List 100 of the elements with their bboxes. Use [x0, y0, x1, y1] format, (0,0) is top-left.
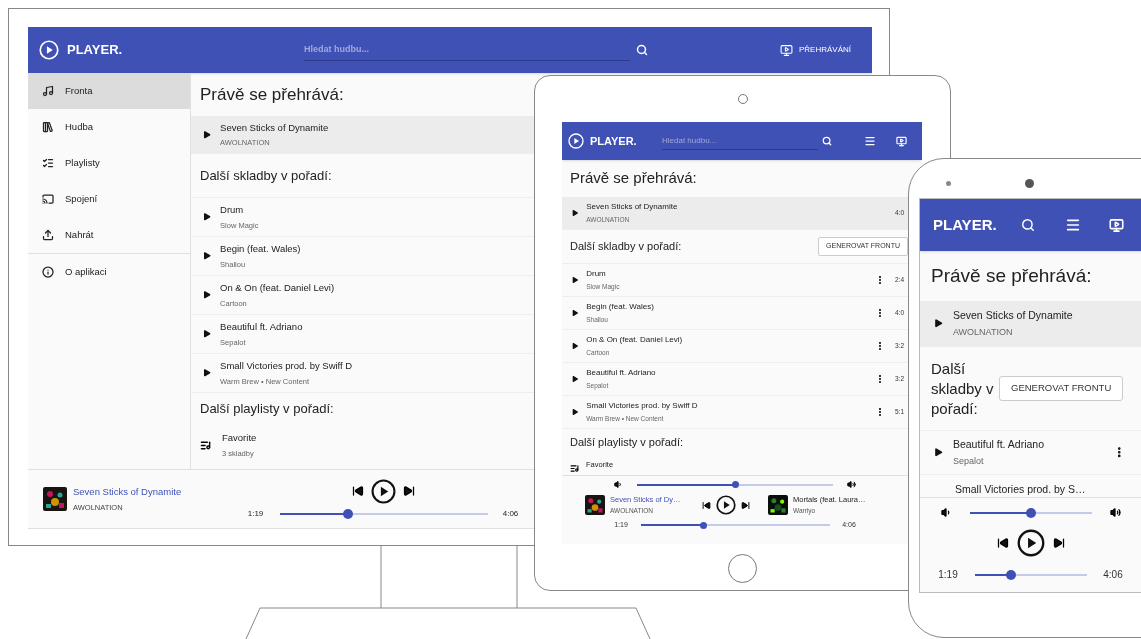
section-heading: Další playlisty v pořadí:	[199, 400, 335, 419]
track-title: On & On (feat. Daniel Levi)	[220, 281, 335, 296]
play-icon[interactable]	[933, 318, 944, 329]
play-icon[interactable]	[1016, 529, 1045, 557]
section-heading: Právě se přehrává:	[930, 263, 1093, 288]
sidebar-item[interactable]: O aplikaci	[28, 254, 190, 290]
play-icon[interactable]	[202, 129, 212, 140]
total-time: 4:06	[1103, 568, 1123, 582]
slider-thumb[interactable]	[343, 508, 354, 519]
play-circle-logo-icon[interactable]	[568, 133, 584, 149]
track-artist: AWOLNATION	[952, 325, 1013, 339]
upload-icon	[42, 229, 54, 241]
search-icon[interactable]	[822, 136, 832, 146]
total-time: 4:06	[502, 507, 519, 520]
next-icon[interactable]	[402, 485, 415, 497]
previous-icon[interactable]	[996, 537, 1009, 549]
volume-low-icon[interactable]	[614, 480, 623, 489]
play-icon[interactable]	[571, 408, 579, 416]
track-title[interactable]: Seven Sticks of Dynamite	[73, 485, 238, 500]
section-heading: Právě se přehrává:	[199, 83, 345, 106]
sidebar-item[interactable]: Spojení	[28, 181, 190, 217]
slider-thumb[interactable]	[1006, 569, 1017, 580]
section-heading: Další playlisty v pořadí:	[569, 435, 685, 451]
track-title: On & On (feat. Daniel Levi)	[586, 334, 683, 347]
slider-thumb[interactable]	[700, 521, 708, 529]
track-title: Begin (feat. Wales)	[586, 301, 654, 314]
section-heading: Další skladby v pořadí:	[931, 358, 995, 419]
info-icon	[42, 266, 54, 278]
track-title: Begin (feat. Wales)	[220, 242, 301, 257]
volume-high-icon[interactable]	[1109, 507, 1121, 518]
track-row[interactable]: Beautiful ft. Adriano Sepalot	[920, 431, 1141, 475]
play-icon[interactable]	[202, 329, 212, 339]
list-check-icon	[42, 157, 54, 169]
play-icon[interactable]	[571, 309, 579, 317]
track-title: Seven Sticks of Dynamite	[586, 201, 678, 214]
track-title: Small Victories prod. by S…	[955, 483, 1086, 495]
next-icon[interactable]	[741, 500, 750, 510]
play-icon[interactable]	[933, 447, 944, 458]
library-icon	[42, 121, 54, 133]
monitor-play-icon[interactable]	[896, 135, 907, 147]
camera-icon	[1025, 179, 1034, 188]
elapsed-time: 1:19	[247, 507, 265, 520]
music-note-icon	[42, 85, 54, 97]
playlist-icon	[570, 464, 579, 473]
track-row[interactable]: Seven Sticks of Dynamite AWOLNATION	[920, 301, 1141, 347]
section-heading: Právě se přehrává:	[569, 168, 698, 189]
track-title: Beautiful ft. Adriano	[220, 320, 303, 335]
slider-track[interactable]	[969, 511, 1092, 514]
track-title: Beautiful ft. Adriano	[952, 436, 1044, 452]
track-title: Seven Sticks of Dynamite	[220, 120, 329, 135]
play-icon[interactable]	[202, 251, 212, 261]
previous-icon[interactable]	[702, 500, 711, 510]
play-circle-logo-icon[interactable]	[39, 40, 59, 60]
slider-thumb[interactable]	[1025, 507, 1036, 518]
play-icon[interactable]	[370, 478, 396, 504]
slider-thumb[interactable]	[731, 481, 739, 488]
play-icon[interactable]	[202, 212, 212, 222]
slider-track[interactable]	[637, 483, 833, 486]
sidebar-item[interactable]: Fronta	[28, 73, 190, 109]
play-icon[interactable]	[716, 495, 736, 515]
app-logo: PLAYER.	[933, 214, 998, 235]
monitor-play-icon[interactable]	[1109, 217, 1124, 233]
monitor-play-icon	[780, 43, 793, 57]
track-title: Drum	[586, 268, 606, 281]
app-logo: PLAYER.	[67, 41, 124, 60]
play-icon[interactable]	[571, 276, 579, 284]
elapsed-time: 1:19	[938, 568, 959, 582]
track-title: Beautiful ft. Adriano	[586, 367, 656, 380]
playlist-title: Favorite	[222, 431, 257, 446]
track-title: Drum	[220, 203, 244, 218]
menu-icon[interactable]	[864, 135, 876, 147]
volume-high-icon[interactable]	[847, 480, 856, 489]
menu-icon[interactable]	[1065, 217, 1081, 233]
track-row[interactable]: Small Victories prod. by S…	[920, 475, 1141, 497]
volume-low-icon[interactable]	[940, 507, 952, 518]
generate-queue-button[interactable]: GENEROVAT FRONTU	[999, 376, 1124, 401]
slider-track[interactable]	[641, 524, 831, 527]
track-title: Seven Sticks of Dynamite	[952, 307, 1073, 323]
playlist-icon	[200, 439, 211, 451]
previous-icon[interactable]	[351, 485, 364, 497]
playback-button[interactable]: PŘEHRÁVÁNÍ	[780, 43, 851, 57]
slider-track[interactable]	[279, 512, 488, 515]
sidebar-item[interactable]: Playlisty	[28, 145, 190, 181]
search-icon[interactable]	[636, 44, 648, 56]
slider-track[interactable]	[975, 573, 1088, 576]
track-title: Small Victories prod. by Swiff D	[586, 400, 698, 413]
sidebar-item[interactable]: Hudba	[28, 109, 190, 145]
next-icon[interactable]	[1052, 537, 1065, 549]
track-title: Small Victories prod. by Swiff D	[220, 359, 353, 374]
section-heading: Další skladby v pořadí:	[570, 239, 682, 255]
track-artist: Sepalot	[952, 454, 984, 468]
cast-icon	[42, 193, 54, 205]
search-icon[interactable]	[1021, 218, 1035, 232]
sensor-icon	[946, 181, 951, 186]
play-icon[interactable]	[571, 342, 579, 350]
play-icon[interactable]	[571, 209, 579, 217]
sidebar-item[interactable]: Nahrát	[28, 217, 190, 253]
play-icon[interactable]	[202, 290, 212, 300]
play-icon[interactable]	[571, 375, 579, 383]
play-icon[interactable]	[202, 368, 212, 378]
